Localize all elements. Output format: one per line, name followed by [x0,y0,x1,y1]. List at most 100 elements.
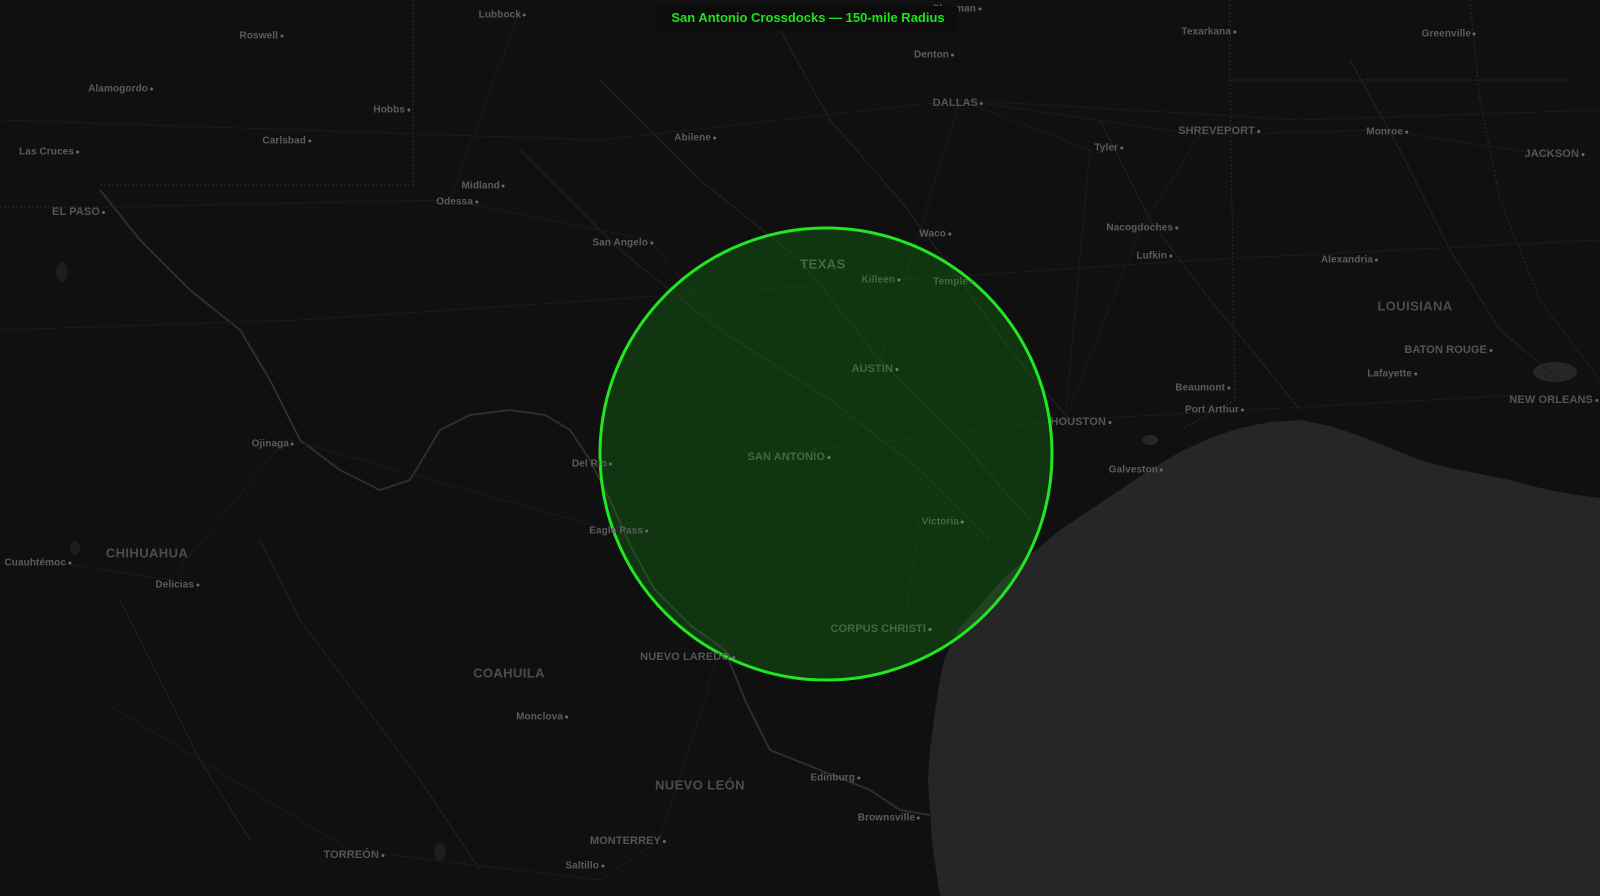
city-dot-icon [917,816,920,820]
map-label-chihuahua: CHIHUAHUA [105,545,189,561]
city-dot-icon [1233,30,1236,34]
map-label-houston: HOUSTON [1050,416,1111,428]
city-dot-icon [827,455,830,459]
city-dot-icon [1489,348,1492,352]
map-label-galveston: Galveston [1109,465,1163,476]
map-label-monclova: Monclova [516,712,568,723]
bay-water [1142,435,1158,445]
city-dot-icon [76,150,79,154]
map-label-killeen: Killeen [862,275,900,286]
map-label-nacogdoches: Nacogdoches [1106,223,1178,234]
map-label-ojinaga: Ojinaga [252,439,294,450]
map-view[interactable]: LubbockShermanRoswellTexarkanaGreenville… [0,0,1600,896]
map-label-lascruces: Las Cruces [19,147,79,158]
city-dot-icon [1581,152,1584,156]
map-label-nuevolaredo: NUEVO LAREDO [640,651,735,663]
map-label-victoria: Victoria [922,517,964,528]
city-dot-icon [663,839,666,843]
city-dot-icon [1227,386,1230,390]
city-dot-icon [609,462,612,466]
map-title: San Antonio Crossdocks — 150-mile Radius [657,6,959,31]
map-label-lubbock: Lubbock [479,10,526,21]
map-label-texas: TEXAS [800,256,846,272]
map-label-edinburg: Edinburg [810,773,860,784]
city-dot-icon [102,210,105,214]
city-dot-icon [565,715,568,719]
lake-water [70,541,80,555]
city-dot-icon [961,520,964,524]
map-label-abilene: Abilene [674,133,716,144]
city-dot-icon [1473,32,1476,36]
city-dot-icon [150,87,153,91]
lake-water [434,843,446,861]
map-label-waco: Waco [919,229,951,240]
city-dot-icon [948,232,951,236]
city-dot-icon [1160,468,1163,472]
lake-water [56,262,68,282]
map-label-denton: Denton [914,50,954,61]
city-dot-icon [857,776,860,780]
map-label-neworleans: NEW ORLEANS [1509,394,1598,406]
map-label-nuevoleon: NUEVO LEÓN [655,777,745,793]
map-label-sanantonio: SAN ANTONIO [748,451,830,463]
map-label-sanangelo: San Angelo [592,238,653,249]
map-attribution [1588,852,1600,896]
city-dot-icon [291,442,294,446]
map-label-coahuila: COAHUILA [473,665,545,681]
city-dot-icon [68,561,71,565]
map-label-saltillo: Saltillo [565,861,604,872]
map-label-monroe: Monroe [1366,127,1408,138]
city-dot-icon [196,583,199,587]
map-label-roswell: Roswell [240,31,283,42]
city-dot-icon [928,627,931,631]
city-dot-icon [951,53,954,57]
map-label-jackson: JACKSON [1525,148,1584,160]
map-label-dallas: DALLAS [933,97,983,109]
city-dot-icon [1169,254,1172,258]
map-label-texarkana: Texarkana [1181,27,1236,38]
map-label-eaglepass: Eagle Pass [589,526,648,537]
city-dot-icon [645,529,648,533]
city-dot-icon [732,655,735,659]
city-dot-icon [1414,372,1417,376]
city-dot-icon [1108,420,1111,424]
map-label-corpuschristi: CORPUS CHRISTI [830,623,931,635]
map-label-greenville: Greenville [1422,29,1476,40]
map-basemap [0,0,1600,896]
city-dot-icon [650,241,653,245]
city-dot-icon [980,101,983,105]
city-dot-icon [1175,226,1178,230]
city-dot-icon [1257,129,1260,133]
map-label-delrio: Del Rio [572,459,612,470]
map-label-midland: Midland [462,181,505,192]
map-label-brownsville: Brownsville [858,813,920,824]
city-dot-icon [895,367,898,371]
city-dot-icon [1595,398,1598,402]
map-label-beaumont: Beaumont [1175,383,1230,394]
map-label-alexandria: Alexandria [1321,255,1378,266]
map-label-hobbs: Hobbs [373,105,410,116]
city-dot-icon [407,108,410,112]
city-dot-icon [1241,408,1244,412]
city-dot-icon [381,853,384,857]
city-dot-icon [308,139,311,143]
city-dot-icon [280,34,283,38]
city-dot-icon [1120,146,1123,150]
map-label-carlsbad: Carlsbad [262,136,311,147]
city-dot-icon [1405,130,1408,134]
map-label-delicias: Delicias [155,580,199,591]
city-dot-icon [713,136,716,140]
city-dot-icon [978,7,981,11]
map-label-louisiana: LOUISIANA [1377,298,1453,314]
city-dot-icon [502,184,505,188]
city-dot-icon [601,864,604,868]
city-dot-icon [897,278,900,282]
map-label-odessa: Odessa [436,197,478,208]
map-label-lufkin: Lufkin [1136,251,1172,262]
city-dot-icon [475,200,478,204]
map-label-tyler: Tyler [1094,143,1123,154]
city-dot-icon [1375,258,1378,262]
map-label-portarthur: Port Arthur [1185,405,1244,416]
map-label-temple: Temple [933,277,973,288]
map-label-torreon: TORREÓN [323,849,384,861]
